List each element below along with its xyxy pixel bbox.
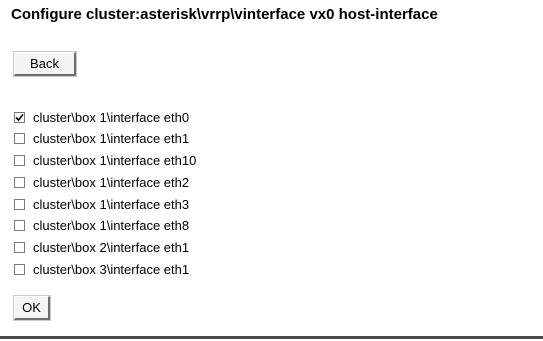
checkbox[interactable]: [14, 155, 25, 167]
checkbox[interactable]: [14, 242, 25, 254]
checkbox-label: cluster\box 2\interface eth1: [33, 240, 190, 256]
checkbox-label: cluster\box 1\interface eth2: [33, 174, 190, 190]
checkbox-label: cluster\box 1\interface eth8: [33, 218, 190, 234]
interface-checkbox-list: cluster\box 1\interface eth0 cluster\box…: [14, 108, 196, 282]
checkbox-label: cluster\box 1\interface eth1: [33, 131, 190, 147]
checkbox[interactable]: [14, 176, 25, 188]
checkbox[interactable]: [14, 264, 25, 276]
checkmark-icon: [15, 113, 24, 121]
bottom-divider: [0, 336, 543, 339]
list-item: cluster\box 2\interface eth1: [14, 239, 196, 257]
checkbox-label: cluster\box 1\interface eth3: [33, 196, 190, 212]
list-item: cluster\box 1\interface eth1: [14, 130, 196, 148]
page-title: Configure cluster:asterisk\vrrp\vinterfa…: [11, 6, 438, 23]
list-item: cluster\box 1\interface eth10: [14, 152, 196, 170]
checkbox[interactable]: [14, 133, 25, 145]
ok-button[interactable]: OK: [14, 296, 50, 320]
checkbox-label: cluster\box 1\interface eth10: [33, 153, 197, 169]
checkbox[interactable]: [14, 220, 25, 232]
list-item: cluster\box 1\interface eth3: [14, 195, 196, 213]
checkbox-label: cluster\box 3\interface eth1: [33, 262, 190, 278]
list-item: cluster\box 1\interface eth0: [14, 108, 196, 126]
back-button[interactable]: Back: [14, 52, 76, 76]
checkbox-label: cluster\box 1\interface eth0: [33, 109, 190, 125]
list-item: cluster\box 3\interface eth1: [14, 261, 196, 279]
list-item: cluster\box 1\interface eth8: [14, 217, 196, 235]
checkbox[interactable]: [14, 198, 25, 210]
checkbox[interactable]: [14, 111, 25, 123]
list-item: cluster\box 1\interface eth2: [14, 173, 196, 191]
